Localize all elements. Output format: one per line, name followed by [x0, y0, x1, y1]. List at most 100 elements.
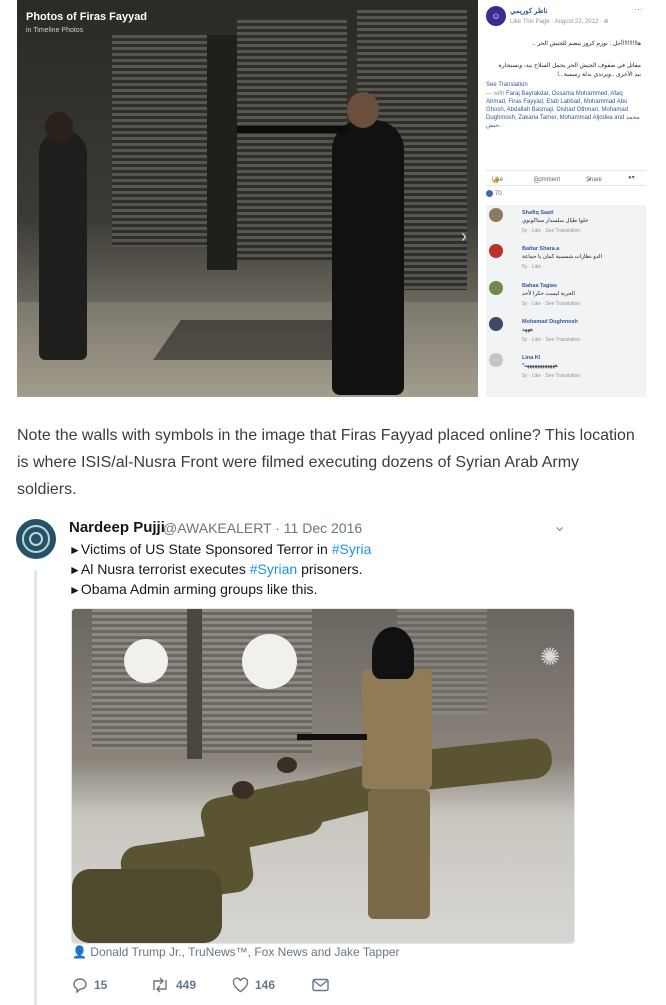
gunman-head-scarf [372, 627, 414, 679]
comment-text: *ههههههههههههه [522, 363, 558, 369]
wall-symbol [124, 639, 168, 683]
reply-button[interactable]: 15 [72, 977, 108, 994]
commenter-avatar[interactable] [489, 317, 503, 331]
hashtag-syria[interactable]: #Syria [332, 541, 372, 557]
post-text-line1: ها!!!!!!!!أجل : نورم كروز ينضم للجيش الح… [532, 41, 641, 47]
chevron-down-icon[interactable]: ⌄ [553, 516, 566, 536]
envelope-icon [312, 978, 329, 992]
thread-line [34, 570, 37, 1005]
comment-text: خلوا طيال سلسدار ستاكونوي [522, 218, 589, 224]
wall-pillar [187, 609, 202, 759]
comment-text: هههه [522, 327, 533, 333]
tagged-prefix: — with [486, 91, 505, 97]
commenter-avatar[interactable] [489, 244, 503, 258]
commenter-name[interactable]: Mohamad Dughmosh [522, 319, 578, 325]
heart-icon [232, 977, 249, 993]
comment-item: Lina Kl *ههههههههههههه 5y · Like · See T… [486, 350, 646, 384]
prisoner-head [277, 757, 297, 773]
hashtag-syrian[interactable]: #Syrian [250, 561, 297, 577]
pistol-arm [297, 734, 367, 740]
chevron-right-icon[interactable]: › [461, 226, 467, 247]
triangle-bullet-icon: ► [69, 563, 81, 577]
wall-pillar [207, 35, 237, 270]
tweet-line-1-text: Victims of US State Sponsored Terror in [80, 541, 332, 557]
comment-item: Shafiq Saati خلوا طيال سلسدار ستاكونوي 5… [486, 205, 646, 239]
post-actions-bar: 👍 Like ▢ Comment ↗ Share ●▾ [486, 170, 646, 186]
tweet-handle-date[interactable]: @AWAKEALERT · 11 Dec 2016 [163, 520, 362, 536]
media-credit[interactable]: 👤 Donald Trump Jr., TruNews™, Fox News a… [72, 945, 400, 959]
tweet-line-2: ►Al Nusra terrorist executes #Syrian pri… [69, 561, 363, 577]
tweet-actions: 15 449 146 [72, 977, 372, 995]
comment-links[interactable]: 5y · Like · See Translation [522, 373, 580, 379]
commenter-name[interactable]: Shafiq Saati [522, 210, 553, 216]
tweet-author-name[interactable]: Nardeep Pujji [69, 519, 165, 536]
fighter-head [45, 112, 73, 142]
triangle-bullet-icon: ► [69, 583, 81, 597]
street-photo: Photos of Firas Fayyad in Timeline Photo… [17, 0, 478, 397]
tweet-author-avatar[interactable] [16, 519, 56, 559]
commenter-name[interactable]: Lina Kl [522, 355, 540, 361]
shutter-door [237, 20, 347, 260]
tweet-line-2-text-a: Al Nusra terrorist executes [80, 561, 250, 577]
comment-links[interactable]: 5y · Like [522, 264, 541, 270]
rifle [237, 126, 347, 133]
like-button[interactable]: 146 [232, 977, 275, 993]
reply-icon [73, 978, 87, 994]
tagged-names[interactable]: Faraj Bayrakdar, Ossama Mohammed, Afaq A… [486, 91, 640, 129]
retweet-count: 449 [176, 978, 197, 992]
commenter-avatar[interactable] [489, 353, 503, 367]
photo-title: Photos of Firas Fayyad [26, 11, 148, 23]
photo-subtitle: in Timeline Photos [26, 27, 84, 34]
comment-label: Comment [534, 177, 561, 183]
page-avatar[interactable]: ☺ [486, 6, 506, 26]
commenter-name[interactable]: Battar Shara.a [522, 246, 559, 252]
media-credit-text: Donald Trump Jr., TruNews™, Fox News and… [90, 945, 400, 959]
gunman-legs [368, 789, 430, 919]
triangle-bullet-icon: ► [69, 543, 81, 557]
commenter-name[interactable]: Bahaa Tagias [522, 283, 557, 289]
suited-man-figure [332, 120, 404, 395]
comment-links[interactable]: 5y · Like · See Translation [522, 228, 580, 234]
post-text-line2: مقاتل في صفوف الجيش الحر يحمل السلاح بيد… [498, 63, 641, 78]
suited-man-head [347, 92, 379, 128]
reactions-summary[interactable]: 70 [486, 190, 502, 197]
tweet-line-2-text-b: prisoners. [297, 561, 363, 577]
prisoner-head [232, 781, 254, 799]
wall-symbol [242, 634, 297, 689]
comment-item: Battar Shara.a الدو نظارات شمسية كمان يا… [486, 241, 646, 275]
comment-item: Mohamad Dughmosh هههه 5y · Like · See Tr… [486, 314, 646, 348]
page-name[interactable]: ناظر كوريمي [510, 7, 548, 15]
comment-item: Bahaa Tagias الحرية ليست حكرا لأحد 5y · … [486, 278, 646, 312]
shutter-door [112, 35, 207, 247]
prisoner-figure [72, 869, 222, 943]
tweet-line-3-text: Obama Admin arming groups like this. [80, 581, 318, 597]
comment-links[interactable]: 5y · Like · See Translation [522, 301, 580, 307]
person-icon: 👤 [72, 945, 87, 959]
commenter-avatar[interactable] [489, 208, 503, 222]
comment-text: الدو نظارات شمسية كمان يا جماعة [522, 254, 602, 260]
comments-list: Shafiq Saati خلوا طيال سلسدار ستاكونوي 5… [486, 205, 646, 397]
share-label: Share [586, 177, 603, 183]
comment-links[interactable]: 5y · Like · See Translation [522, 337, 580, 343]
direct-message-button[interactable] [312, 977, 329, 992]
comment-text: الحرية ليست حكرا لأحد [522, 291, 575, 297]
reactions-count: 70 [495, 191, 502, 198]
gunman-torso [362, 669, 432, 789]
article-paragraph: Note the walls with symbols in the image… [17, 427, 635, 498]
retweet-icon [153, 977, 167, 993]
audience-dropdown-icon[interactable]: ●▾ [628, 174, 635, 181]
more-options-icon[interactable]: ··· [634, 4, 643, 14]
like-count: 146 [255, 978, 276, 992]
facebook-post-screenshot: Photos of Firas Fayyad in Timeline Photo… [17, 0, 649, 397]
tagged-people: — with Faraj Bayrakdar, Ossama Mohammed,… [486, 90, 644, 130]
like-label: Like [492, 177, 504, 183]
tweet-line-1: ►Victims of US State Sponsored Terror in… [69, 541, 371, 557]
see-translation-link[interactable]: See Translation [486, 82, 528, 88]
reply-count: 15 [94, 978, 108, 992]
avatar-ring-inner [29, 532, 43, 546]
commenter-avatar[interactable] [489, 281, 503, 295]
retweet-button[interactable]: 449 [150, 977, 196, 993]
tweet-line-3: ►Obama Admin arming groups like this. [69, 581, 317, 597]
tweet-media-image[interactable]: ✺ [71, 608, 575, 944]
like-reaction-icon [486, 190, 493, 197]
